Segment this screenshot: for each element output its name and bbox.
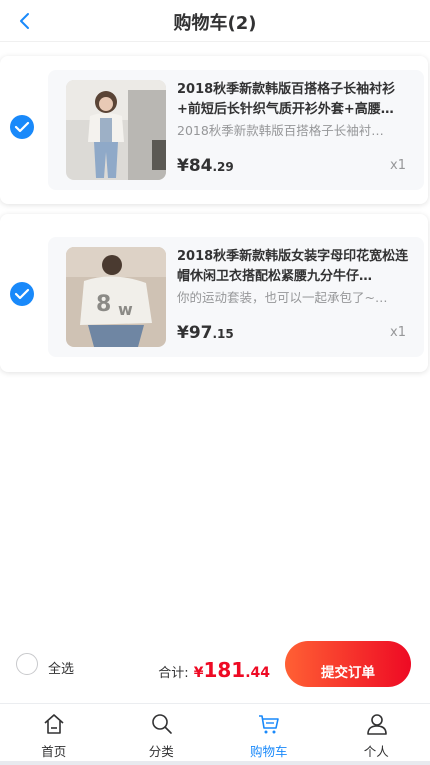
total-amount: ¥181.44 [193,658,270,682]
search-icon [151,714,172,734]
submit-order-button[interactable]: 提交订单 [285,641,411,687]
tab-home[interactable]: 首页 [0,704,108,762]
total-price: 合计: ¥181.44 [158,658,270,682]
submit-bar: 全选 合计: ¥181.44 提交订单 [0,636,430,698]
total-label: 合计: [158,666,189,681]
checkmark-icon [14,121,30,133]
total-currency: ¥ [193,665,204,681]
price-integer: ¥84 [177,156,213,176]
product-price: ¥97.15 [177,323,234,343]
total-integer: 181 [203,658,246,682]
tab-cart[interactable]: 购物车 [215,704,323,762]
product-desc: 你的运动套装，也可以一起承包了~… [177,290,388,305]
product-title: 2018秋季新款韩版女装字母印花宽松连帽休闲卫衣搭配松紧腰九分牛仔… [177,249,409,284]
product-image[interactable] [66,80,166,180]
checkmark-icon [14,288,30,300]
price-integer: ¥97 [177,323,213,343]
nav-bar: 购物车(2) [0,0,430,42]
select-all-label[interactable]: 全选 [48,658,74,677]
page-title: 购物车(2) [173,13,257,34]
tab-label: 购物车 [249,744,288,759]
product-title: 2018秋季新款韩版百搭格子长袖衬衫+前短后长针织气质开衫外套+高腰… [177,82,396,117]
product-quantity: x1 [390,325,406,340]
price-decimal: .15 [212,327,234,341]
tab-profile[interactable]: 个人 [323,704,430,762]
product-quantity: x1 [390,158,406,173]
svg-text:8: 8 [96,292,111,317]
cart-item-card: 8 w 2018秋季新款韩版女装字母印花宽松连帽休闲卫衣搭配松紧腰九分牛仔… 你… [0,214,428,372]
tab-label: 首页 [41,744,67,759]
select-all-checkbox[interactable] [16,653,38,675]
cart-item-card: 2018秋季新款韩版百搭格子长袖衬衫+前短后长针织气质开衫外套+高腰… 2018… [0,56,428,204]
product-image[interactable]: 8 w [66,247,166,347]
tab-label: 分类 [148,744,174,759]
home-icon [44,714,64,734]
svg-text:w: w [118,300,133,319]
tab-bar: 首页 分类 购物车 个人 [0,703,430,761]
item-checkbox[interactable] [10,282,34,306]
goods-card[interactable]: 8 w 2018秋季新款韩版女装字母印花宽松连帽休闲卫衣搭配松紧腰九分牛仔… 你… [48,237,424,357]
total-decimal: .44 [245,665,270,681]
user-icon [366,714,387,735]
cart-icon [259,715,279,734]
product-desc: 2018秋季新款韩版百搭格子长袖衬… [177,123,384,138]
price-decimal: .29 [212,160,234,174]
tab-label: 个人 [363,744,389,759]
item-checkbox[interactable] [10,115,34,139]
tab-category[interactable]: 分类 [108,704,216,762]
goods-card[interactable]: 2018秋季新款韩版百搭格子长袖衬衫+前短后长针织气质开衫外套+高腰… 2018… [48,70,424,190]
product-price: ¥84.29 [177,156,234,176]
bottom-strip [0,761,430,765]
